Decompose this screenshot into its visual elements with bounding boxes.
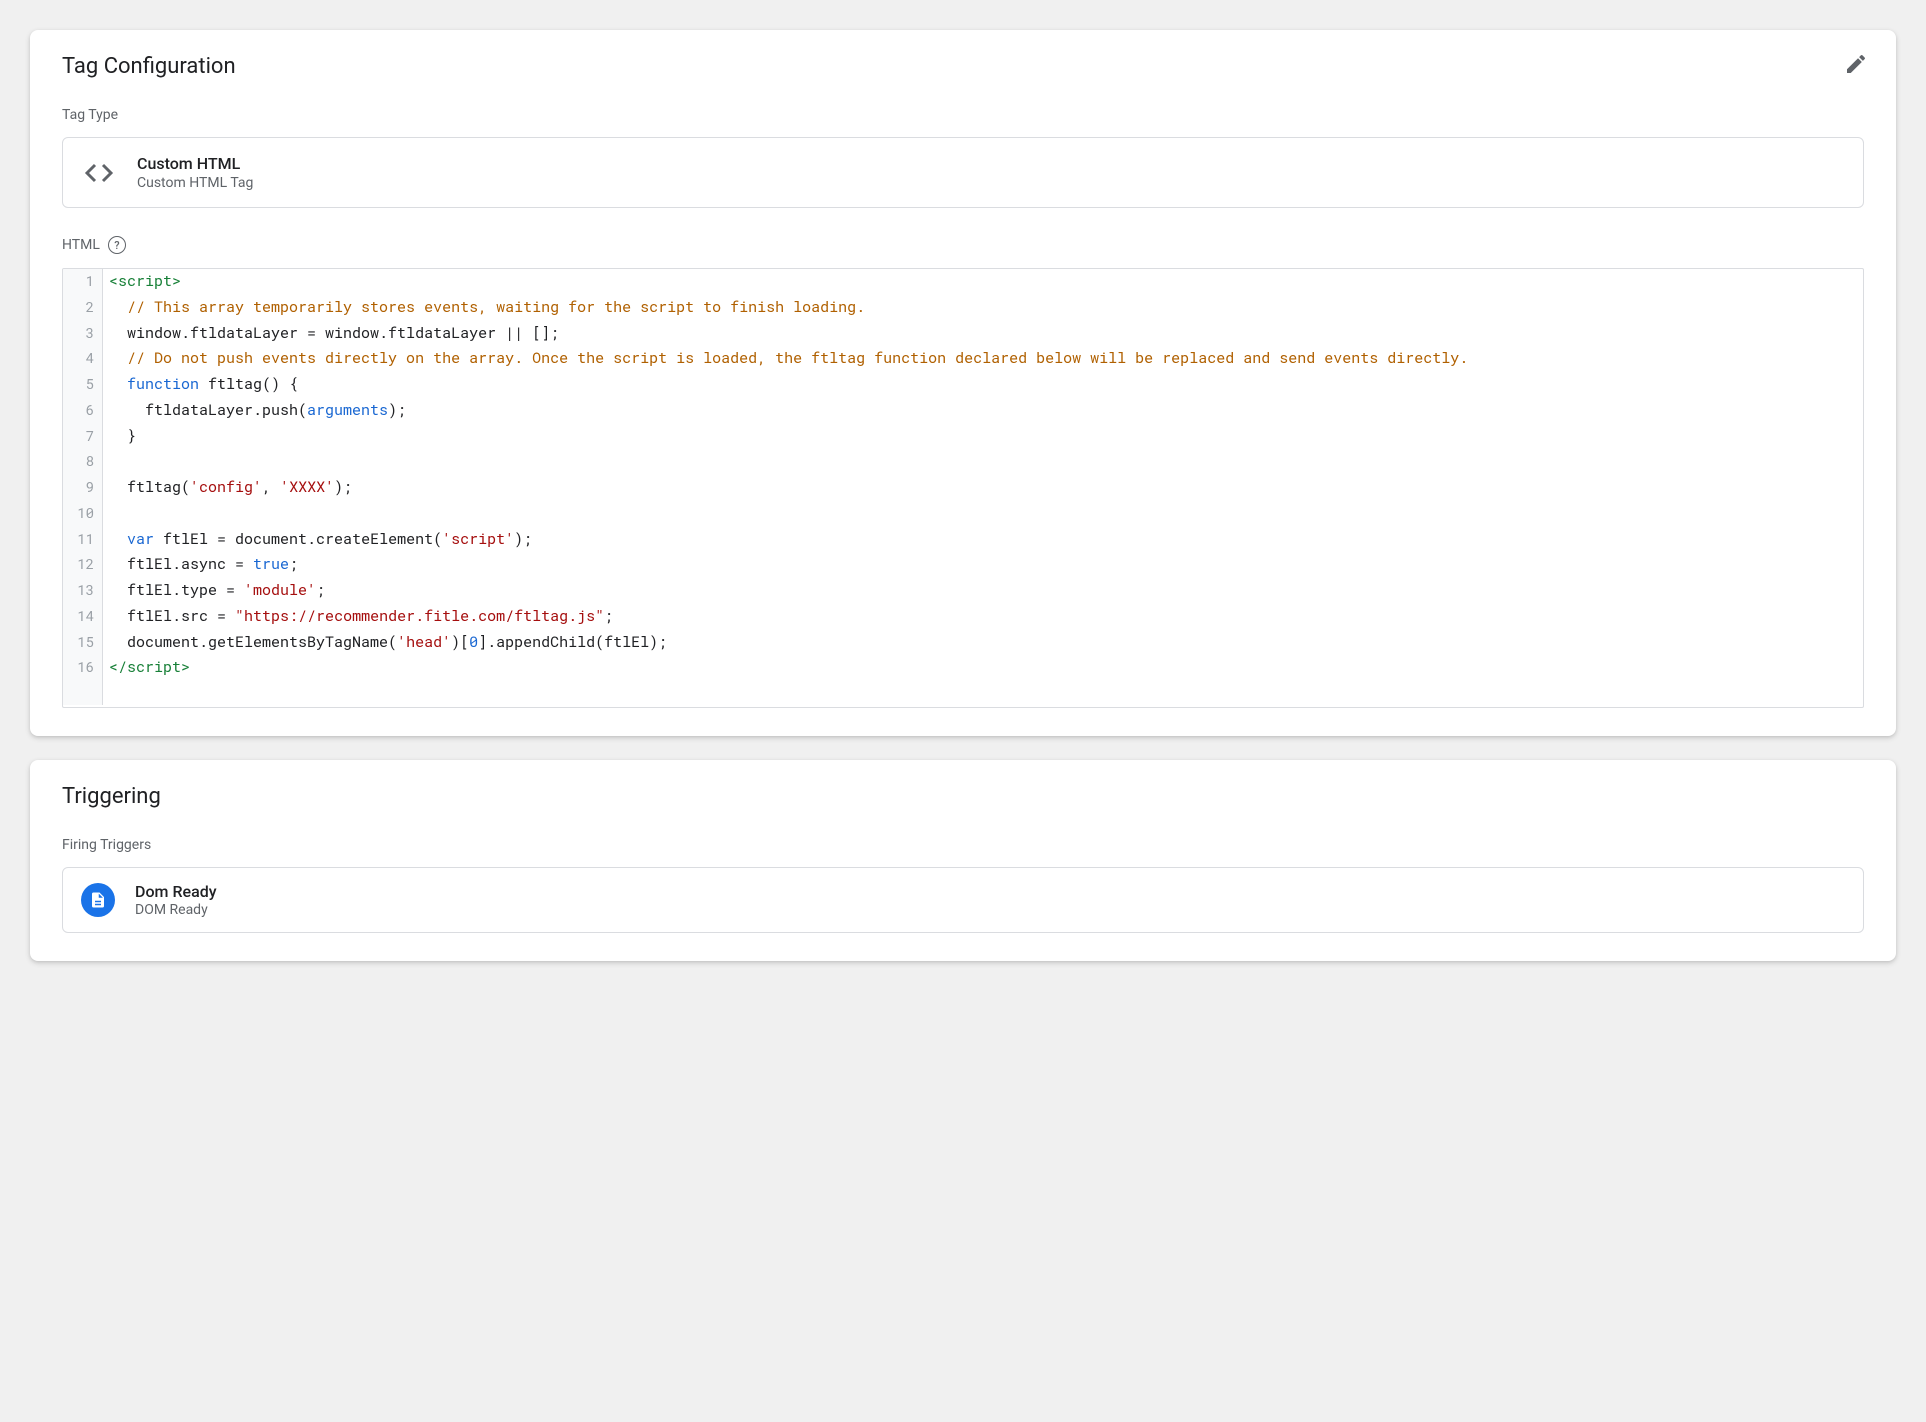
code-line: 2 // This array temporarily stores event…	[63, 295, 1863, 321]
code-content: ftlEl.type = 'module';	[103, 578, 1863, 604]
code-line: 4 // Do not push events directly on the …	[63, 346, 1863, 372]
triggering-card: Triggering Firing Triggers Dom Ready DOM…	[30, 760, 1896, 961]
trigger-texts: Dom Ready DOM Ready	[135, 882, 217, 918]
code-content: function ftltag() {	[103, 372, 1863, 398]
code-line: 8	[63, 449, 1863, 475]
help-icon[interactable]: ?	[108, 236, 126, 254]
code-content: <script>	[103, 269, 1863, 295]
line-number: 8	[63, 449, 103, 475]
tag-type-texts: Custom HTML Custom HTML Tag	[137, 154, 253, 191]
code-line: 14 ftlEl.src = "https://recommender.fitl…	[63, 604, 1863, 630]
code-line: 3 window.ftldataLayer = window.ftldataLa…	[63, 321, 1863, 347]
line-number: 13	[63, 578, 103, 604]
line-number: 15	[63, 630, 103, 656]
line-number: 10	[63, 501, 103, 527]
line-number: 2	[63, 295, 103, 321]
trigger-subtitle: DOM Ready	[135, 902, 217, 918]
code-content: window.ftldataLayer = window.ftldataLaye…	[103, 321, 1863, 347]
tag-type-title: Custom HTML	[137, 154, 253, 173]
code-line: 15 document.getElementsByTagName('head')…	[63, 630, 1863, 656]
line-number: 6	[63, 398, 103, 424]
code-content: // This array temporarily stores events,…	[103, 295, 1863, 321]
tag-type-subtitle: Custom HTML Tag	[137, 175, 253, 191]
line-number: 5	[63, 372, 103, 398]
line-number: 16	[63, 655, 103, 681]
line-number: 7	[63, 424, 103, 450]
code-content	[103, 449, 1863, 475]
code-content: document.getElementsByTagName('head')[0]…	[103, 630, 1863, 656]
code-content: ftldataLayer.push(arguments);	[103, 398, 1863, 424]
tag-configuration-title: Tag Configuration	[62, 54, 1864, 79]
code-content: ftltag('config', 'XXXX');	[103, 475, 1863, 501]
triggering-title: Triggering	[62, 784, 1864, 809]
html-code-editor[interactable]: 1<script>2 // This array temporarily sto…	[62, 268, 1864, 708]
tag-type-label: Tag Type	[62, 107, 1864, 123]
edit-pencil-icon[interactable]	[1844, 52, 1868, 76]
firing-triggers-label: Firing Triggers	[62, 837, 1864, 853]
line-number: 11	[63, 527, 103, 553]
code-line: 12 ftlEl.async = true;	[63, 552, 1863, 578]
code-content	[103, 501, 1863, 527]
line-number: 9	[63, 475, 103, 501]
code-content: // Do not push events directly on the ar…	[103, 346, 1863, 372]
tag-type-selector[interactable]: Custom HTML Custom HTML Tag	[62, 137, 1864, 208]
firing-trigger-item[interactable]: Dom Ready DOM Ready	[62, 867, 1864, 933]
line-number: 4	[63, 346, 103, 372]
code-content: ftlEl.src = "https://recommender.fitle.c…	[103, 604, 1863, 630]
line-number: 3	[63, 321, 103, 347]
trigger-title: Dom Ready	[135, 882, 217, 901]
line-number: 1	[63, 269, 103, 295]
line-number: 12	[63, 552, 103, 578]
code-line: 5 function ftltag() {	[63, 372, 1863, 398]
custom-html-icon	[81, 155, 117, 191]
code-line: 1<script>	[63, 269, 1863, 295]
code-content: </script>	[103, 655, 1863, 681]
code-content: var ftlEl = document.createElement('scri…	[103, 527, 1863, 553]
code-line: 10	[63, 501, 1863, 527]
code-line: 16</script>	[63, 655, 1863, 681]
tag-configuration-card: Tag Configuration Tag Type Custom HTML C…	[30, 30, 1896, 736]
html-label: HTML	[62, 237, 100, 253]
code-content: }	[103, 424, 1863, 450]
code-content: ftlEl.async = true;	[103, 552, 1863, 578]
code-line: 13 ftlEl.type = 'module';	[63, 578, 1863, 604]
dom-ready-icon	[81, 883, 115, 917]
code-line: 9 ftltag('config', 'XXXX');	[63, 475, 1863, 501]
code-line: 7 }	[63, 424, 1863, 450]
line-number: 14	[63, 604, 103, 630]
code-line: 11 var ftlEl = document.createElement('s…	[63, 527, 1863, 553]
html-label-row: HTML ?	[62, 236, 1864, 254]
code-line: 6 ftldataLayer.push(arguments);	[63, 398, 1863, 424]
